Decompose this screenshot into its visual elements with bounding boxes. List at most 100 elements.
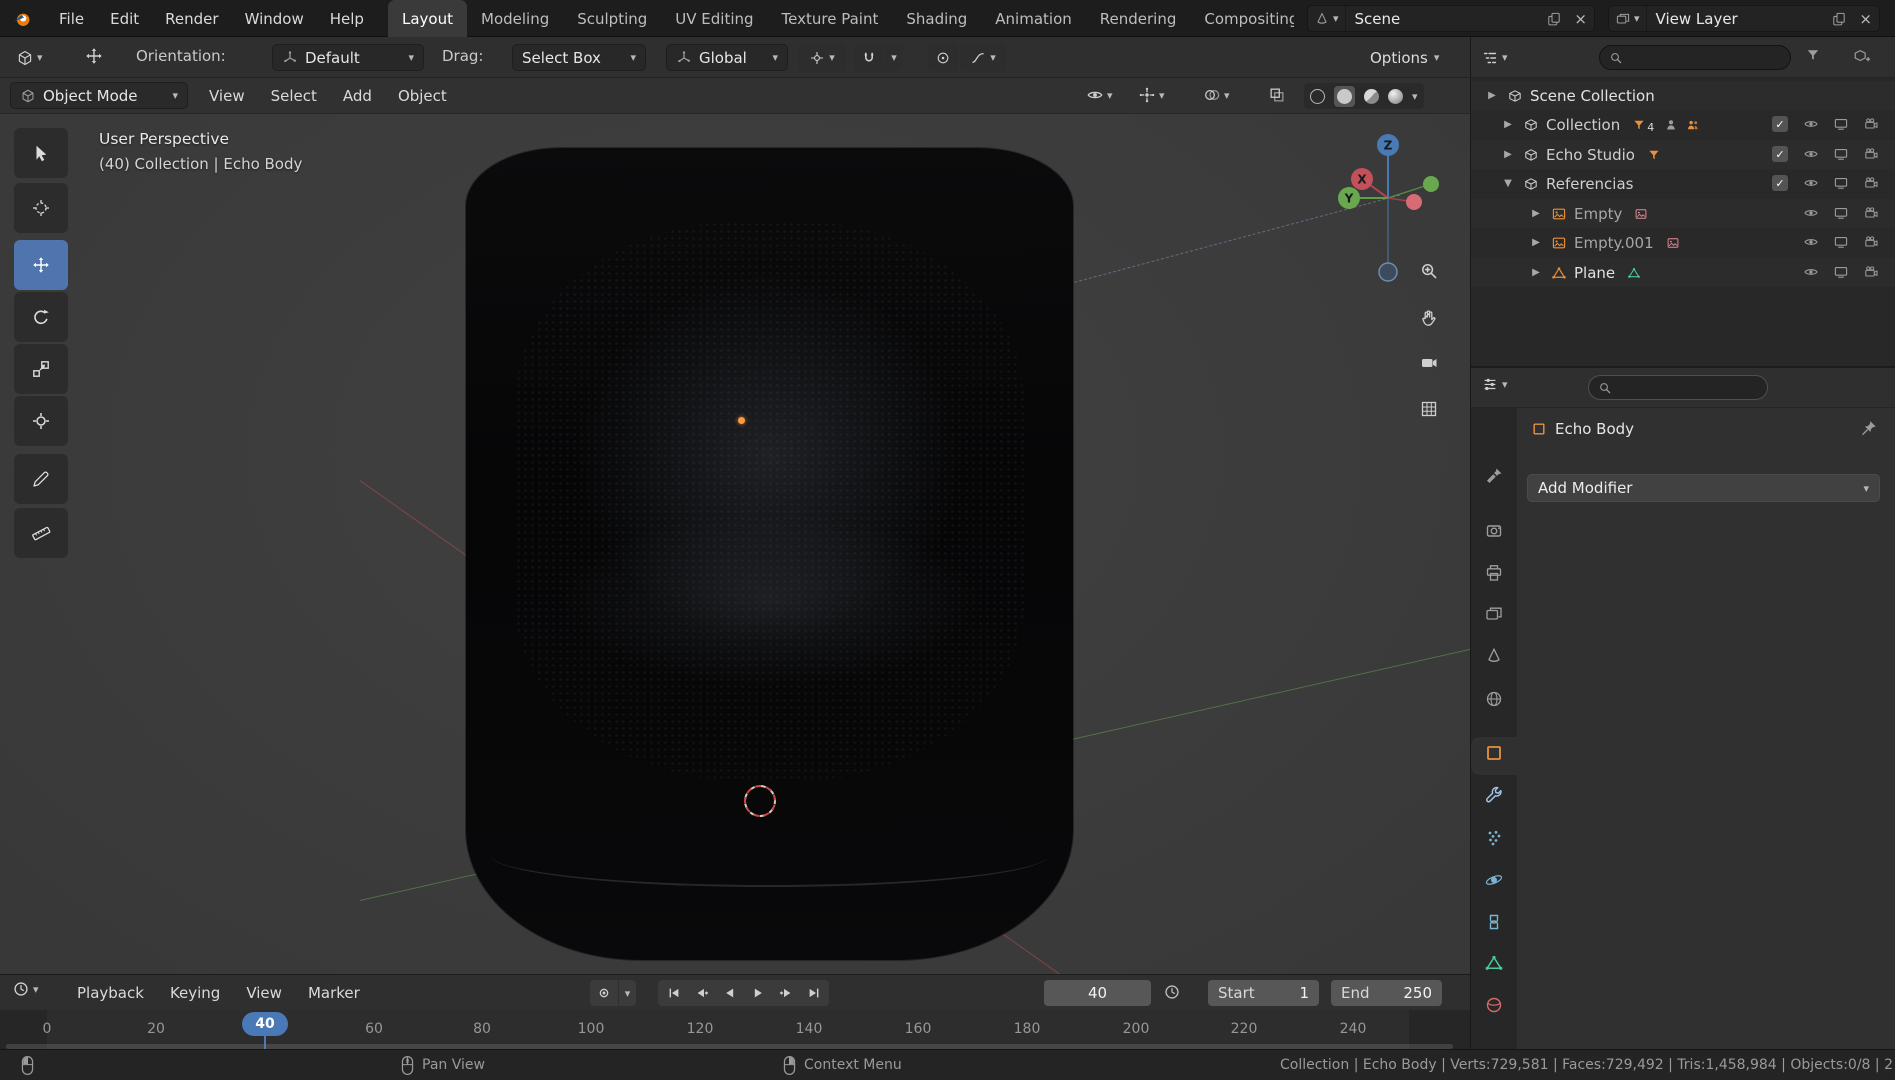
disable-viewport-icon[interactable] bbox=[1833, 264, 1849, 280]
transform-orientation-dropdown[interactable]: Global ▾ bbox=[666, 44, 788, 71]
options-dropdown[interactable]: Options ▾ bbox=[1362, 44, 1447, 71]
pin-id-button[interactable] bbox=[1860, 419, 1878, 437]
tab-output[interactable] bbox=[1484, 563, 1504, 583]
hide-eye-icon[interactable] bbox=[1803, 264, 1819, 280]
viewport[interactable]: Object Mode ▾ View Select Add Object ▾ ▾… bbox=[0, 78, 1470, 974]
tab-view-layer[interactable] bbox=[1484, 604, 1504, 624]
menu-view[interactable]: View bbox=[233, 975, 295, 1010]
tab-object-data[interactable] bbox=[1484, 953, 1504, 973]
workspace-tab-modeling[interactable]: Modeling bbox=[467, 0, 563, 37]
frame-end-field[interactable]: End 250 bbox=[1331, 980, 1442, 1006]
camera-view-button[interactable] bbox=[1419, 353, 1439, 373]
properties-search[interactable] bbox=[1588, 375, 1768, 400]
expander-icon[interactable]: ▶ bbox=[1485, 90, 1499, 101]
tab-world[interactable] bbox=[1484, 689, 1504, 709]
disable-render-icon[interactable] bbox=[1863, 234, 1879, 250]
tool-measure[interactable] bbox=[14, 508, 68, 558]
exclude-checkbox[interactable]: ✓ bbox=[1772, 175, 1788, 191]
tab-render[interactable] bbox=[1484, 521, 1504, 541]
menu-edit[interactable]: Edit bbox=[97, 0, 152, 37]
menu-object[interactable]: Object bbox=[385, 78, 460, 114]
disable-viewport-icon[interactable] bbox=[1833, 205, 1849, 221]
toggle-xray-button[interactable] bbox=[1268, 86, 1286, 104]
gizmo-neg-y-ball[interactable] bbox=[1423, 176, 1439, 192]
outliner-row-scene-collection[interactable]: ▶ Scene Collection bbox=[1471, 81, 1895, 110]
hide-eye-icon[interactable] bbox=[1803, 234, 1819, 250]
outliner-editor-type-button[interactable]: ▾ bbox=[1481, 44, 1508, 71]
jump-to-start-button[interactable] bbox=[660, 981, 687, 1005]
echo-body-object[interactable] bbox=[466, 148, 1073, 960]
outliner-search-input[interactable] bbox=[1629, 49, 1781, 66]
disable-viewport-icon[interactable] bbox=[1833, 175, 1849, 191]
pan-button[interactable] bbox=[1419, 308, 1439, 328]
view-layer-browse-button[interactable]: ▾ bbox=[1609, 6, 1647, 31]
tool-move[interactable] bbox=[14, 240, 68, 290]
tool-scale[interactable] bbox=[14, 344, 68, 394]
workspace-tab-uv-editing[interactable]: UV Editing bbox=[661, 0, 767, 37]
menu-playback[interactable]: Playback bbox=[64, 975, 157, 1010]
workspace-tab-layout[interactable]: Layout bbox=[388, 0, 467, 37]
orientation-dropdown[interactable]: Default ▾ bbox=[272, 44, 424, 71]
frame-start-field[interactable]: Start 1 bbox=[1208, 980, 1319, 1006]
proportional-falloff-dropdown[interactable]: ▾ bbox=[960, 44, 1006, 71]
hide-eye-icon[interactable] bbox=[1803, 205, 1819, 221]
exclude-checkbox[interactable]: ✓ bbox=[1772, 116, 1788, 132]
disable-viewport-icon[interactable] bbox=[1833, 116, 1849, 132]
scene-name[interactable]: Scene bbox=[1346, 10, 1542, 28]
tool-transform[interactable] bbox=[14, 396, 68, 446]
outliner-row-plane[interactable]: ▶ Plane bbox=[1471, 258, 1895, 287]
expander-icon[interactable]: ▶ bbox=[1501, 149, 1515, 160]
menu-render[interactable]: Render bbox=[152, 0, 231, 37]
outliner-row-collection[interactable]: ▶ Collection 4 ✓ bbox=[1471, 110, 1895, 139]
playhead[interactable]: 40 bbox=[242, 1012, 288, 1036]
outliner-row-referencias[interactable]: ▼ Referencias ✓ bbox=[1471, 169, 1895, 198]
proportional-editing-button[interactable] bbox=[928, 44, 958, 71]
workspace-tab-sculpting[interactable]: Sculpting bbox=[563, 0, 661, 37]
unlink-scene-button[interactable]: × bbox=[1567, 6, 1594, 31]
disable-viewport-icon[interactable] bbox=[1833, 146, 1849, 162]
expander-icon[interactable]: ▶ bbox=[1529, 237, 1543, 248]
tab-modifiers[interactable] bbox=[1484, 785, 1504, 805]
outliner-item-label[interactable]: Plane bbox=[1574, 264, 1615, 282]
ortho-toggle-button[interactable] bbox=[1419, 399, 1439, 419]
next-keyframe-button[interactable] bbox=[772, 981, 799, 1005]
expander-icon[interactable]: ▶ bbox=[1529, 267, 1543, 278]
pivot-point-dropdown[interactable]: ▾ bbox=[798, 44, 846, 71]
blender-logo-icon[interactable] bbox=[12, 6, 38, 31]
outliner-item-label[interactable]: Empty.001 bbox=[1574, 234, 1654, 252]
new-scene-button[interactable] bbox=[1541, 6, 1567, 31]
hide-eye-icon[interactable] bbox=[1803, 146, 1819, 162]
add-modifier-dropdown[interactable]: Add Modifier ▾ bbox=[1527, 474, 1880, 502]
outliner-row-empty-001[interactable]: ▶ Empty.001 bbox=[1471, 228, 1895, 257]
tab-particles[interactable] bbox=[1484, 828, 1504, 848]
outliner-row-echo-studio[interactable]: ▶ Echo Studio ✓ bbox=[1471, 140, 1895, 169]
expander-icon[interactable]: ▶ bbox=[1501, 119, 1515, 130]
outliner-row-empty[interactable]: ▶ Empty bbox=[1471, 199, 1895, 228]
tab-object[interactable] bbox=[1484, 743, 1504, 763]
tool-annotate[interactable] bbox=[14, 454, 68, 504]
disable-render-icon[interactable] bbox=[1863, 264, 1879, 280]
tab-constraints[interactable] bbox=[1484, 912, 1504, 932]
menu-keying[interactable]: Keying bbox=[157, 975, 233, 1010]
hide-eye-icon[interactable] bbox=[1803, 175, 1819, 191]
disable-viewport-icon[interactable] bbox=[1833, 234, 1849, 250]
tab-physics[interactable] bbox=[1484, 870, 1504, 890]
shading-rendered-button[interactable] bbox=[1388, 88, 1403, 104]
properties-search-input[interactable] bbox=[1618, 379, 1758, 396]
disable-render-icon[interactable] bbox=[1863, 116, 1879, 132]
use-preview-range-button[interactable] bbox=[1163, 983, 1181, 1001]
tool-rotate[interactable] bbox=[14, 292, 68, 342]
gizmo-neg-x-ball[interactable] bbox=[1406, 194, 1422, 210]
drag-dropdown[interactable]: Select Box ▾ bbox=[512, 44, 646, 71]
outliner-filter-button[interactable] bbox=[1805, 47, 1821, 63]
outliner-item-label[interactable]: Scene Collection bbox=[1530, 87, 1655, 105]
play-reverse-button[interactable] bbox=[716, 981, 743, 1005]
tab-material[interactable] bbox=[1484, 995, 1504, 1015]
outliner-item-label[interactable]: Echo Studio bbox=[1546, 146, 1635, 164]
shading-solid-button[interactable] bbox=[1334, 85, 1355, 107]
workspace-tab-texture-paint[interactable]: Texture Paint bbox=[768, 0, 893, 37]
remove-view-layer-button[interactable]: × bbox=[1852, 6, 1879, 31]
view-layer-name[interactable]: View Layer bbox=[1647, 10, 1827, 28]
jump-to-end-button[interactable] bbox=[800, 981, 827, 1005]
play-button[interactable] bbox=[744, 981, 771, 1005]
